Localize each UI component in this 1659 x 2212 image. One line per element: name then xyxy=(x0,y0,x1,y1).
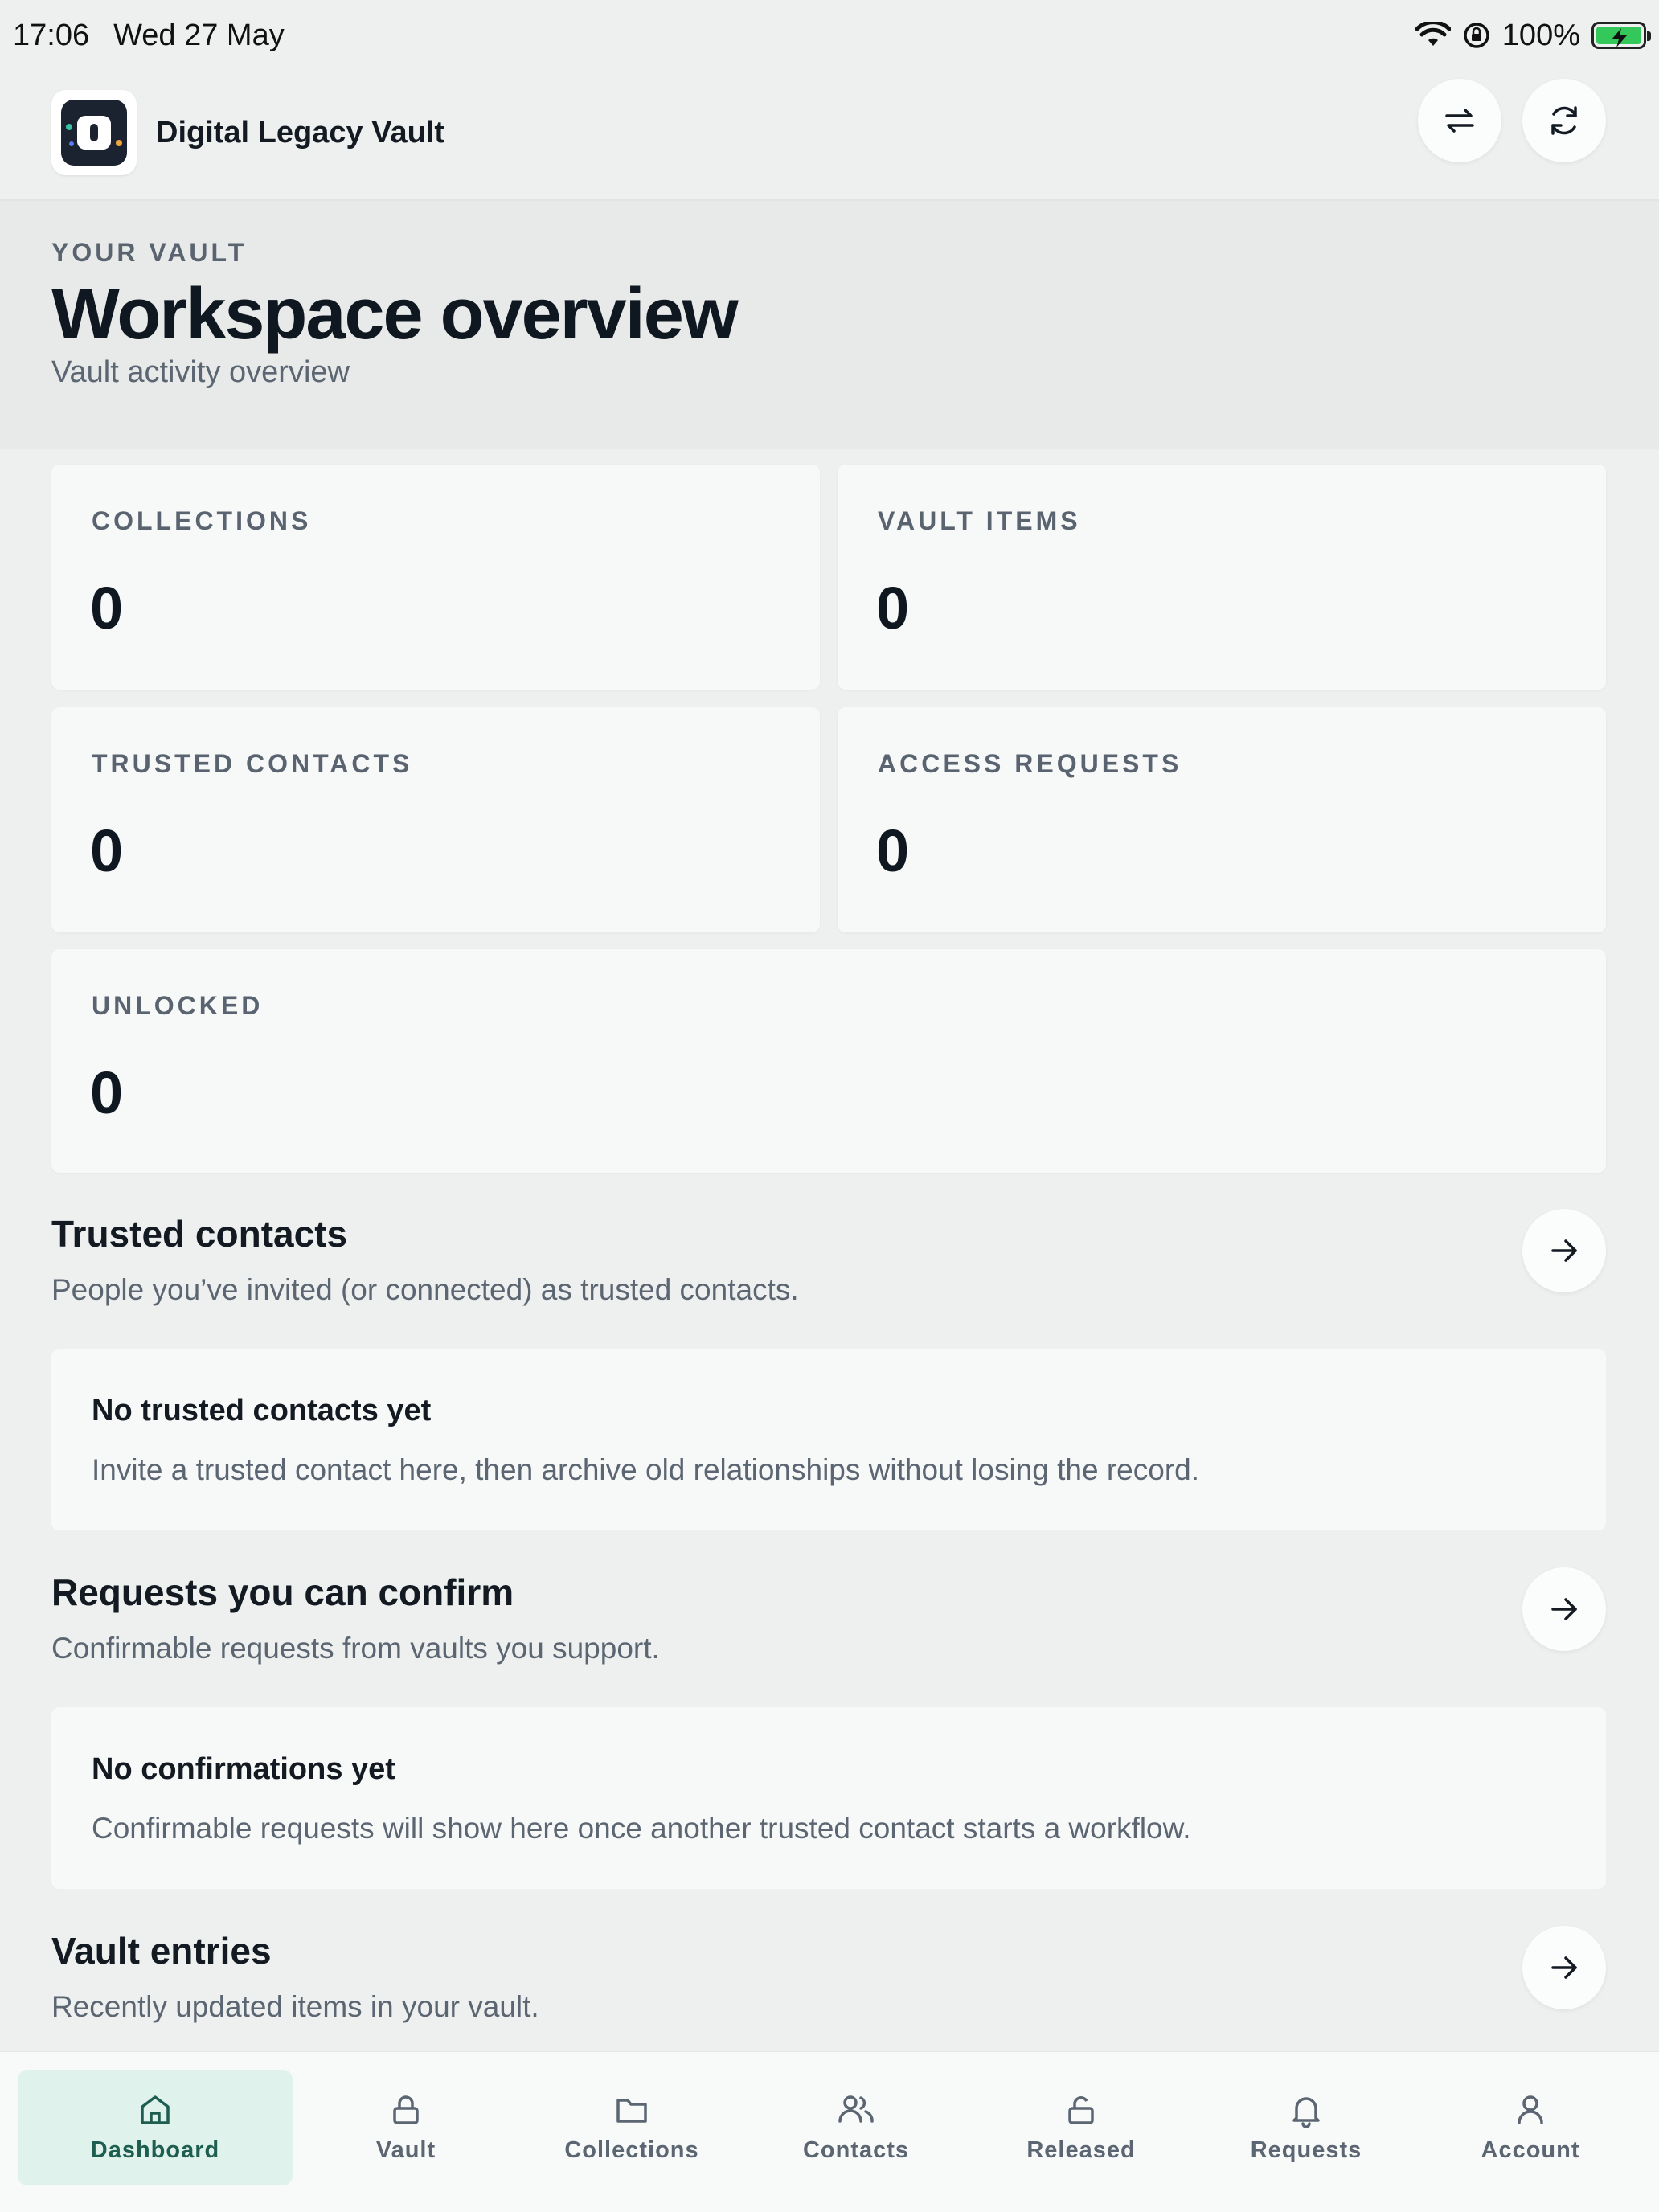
stat-label: TRUSTED CONTACTS xyxy=(92,749,413,778)
stat-label: VAULT ITEMS xyxy=(878,506,1081,535)
switch-button[interactable] xyxy=(1418,79,1501,162)
users-icon xyxy=(837,2092,875,2128)
arrow-right-icon xyxy=(1546,1950,1582,1985)
arrow-right-icon xyxy=(1546,1591,1582,1627)
empty-state-requests: No confirmations yet Confirmable request… xyxy=(51,1707,1606,1889)
nav-item-account[interactable]: Account xyxy=(1393,2070,1659,2185)
page-subtitle: Vault activity overview xyxy=(51,355,350,389)
refresh-button[interactable] xyxy=(1522,79,1606,162)
stat-label: UNLOCKED xyxy=(92,991,264,1020)
stat-value: 0 xyxy=(876,575,910,641)
stat-value: 0 xyxy=(876,817,910,884)
nav-label: Contacts xyxy=(802,2136,910,2163)
requests-arrow-button[interactable] xyxy=(1522,1567,1606,1651)
battery-percentage: 100% xyxy=(1501,18,1580,52)
vault-lock-icon xyxy=(51,90,137,175)
battery-charging-icon xyxy=(1591,22,1651,49)
nav-label: Released xyxy=(1026,2136,1136,2163)
app-header: Digital Legacy Vault xyxy=(0,71,1659,201)
stat-card-trusted-contacts[interactable]: TRUSTED CONTACTS 0 xyxy=(51,707,820,932)
arrow-right-icon xyxy=(1546,1233,1582,1268)
empty-state-title: No trusted contacts yet xyxy=(92,1394,432,1428)
unlock-icon xyxy=(1063,2092,1099,2128)
home-icon xyxy=(137,2092,173,2128)
refresh-icon xyxy=(1545,101,1583,140)
empty-state-trusted-contacts: No trusted contacts yet Invite a trusted… xyxy=(51,1349,1606,1530)
nav-label: Account xyxy=(1481,2136,1580,2163)
section-title-trusted-contacts: Trusted contacts xyxy=(51,1213,348,1255)
bottom-nav: Dashboard Vault Collections Contacts Rel… xyxy=(0,2051,1659,2212)
bell-icon xyxy=(1288,2092,1324,2128)
vault-entries-arrow-button[interactable] xyxy=(1522,1926,1606,2009)
stat-card-collections[interactable]: COLLECTIONS 0 xyxy=(51,465,820,690)
empty-state-description: Invite a trusted contact here, then arch… xyxy=(92,1453,1199,1486)
page-title: Workspace overview xyxy=(51,274,739,354)
stat-label: ACCESS REQUESTS xyxy=(878,749,1182,778)
stat-value: 0 xyxy=(90,817,124,884)
nav-item-dashboard[interactable]: Dashboard xyxy=(18,2070,293,2185)
stat-value: 0 xyxy=(90,1059,124,1126)
orientation-lock-icon xyxy=(1462,21,1491,50)
empty-state-title: No confirmations yet xyxy=(92,1752,395,1786)
nav-label: Collections xyxy=(564,2136,699,2163)
stat-label: COLLECTIONS xyxy=(92,506,312,535)
nav-label: Vault xyxy=(375,2136,436,2163)
empty-state-description: Confirmable requests will show here once… xyxy=(92,1812,1191,1845)
app-title: Digital Legacy Vault xyxy=(156,116,444,150)
trusted-contacts-arrow-button[interactable] xyxy=(1522,1209,1606,1292)
nav-label: Requests xyxy=(1250,2136,1362,2163)
stat-card-vault-items[interactable]: VAULT ITEMS 0 xyxy=(838,465,1606,690)
user-icon xyxy=(1513,2092,1548,2128)
folder-icon xyxy=(614,2092,649,2128)
wifi-icon xyxy=(1415,22,1451,49)
section-title-requests: Requests you can confirm xyxy=(51,1571,514,1613)
nav-label: Dashboard xyxy=(90,2136,220,2163)
section-desc-requests: Confirmable requests from vaults you sup… xyxy=(51,1632,660,1665)
stat-card-unlocked[interactable]: UNLOCKED 0 xyxy=(51,949,1606,1173)
hero-section: YOUR VAULT Workspace overview Vault acti… xyxy=(0,201,1659,449)
section-desc-trusted-contacts: People you’ve invited (or connected) as … xyxy=(51,1273,799,1306)
lock-icon xyxy=(388,2092,424,2128)
stat-card-access-requests[interactable]: ACCESS REQUESTS 0 xyxy=(838,707,1606,932)
status-date: Wed 27 May xyxy=(113,18,285,52)
stat-value: 0 xyxy=(90,575,124,641)
status-time: 17:06 xyxy=(13,18,90,52)
hero-eyebrow: YOUR VAULT xyxy=(51,238,248,267)
section-desc-vault-entries: Recently updated items in your vault. xyxy=(51,1990,539,2023)
status-bar: 17:06 Wed 27 May 100% xyxy=(0,0,1659,71)
section-title-vault-entries: Vault entries xyxy=(51,1930,272,1972)
switch-icon xyxy=(1440,101,1479,140)
